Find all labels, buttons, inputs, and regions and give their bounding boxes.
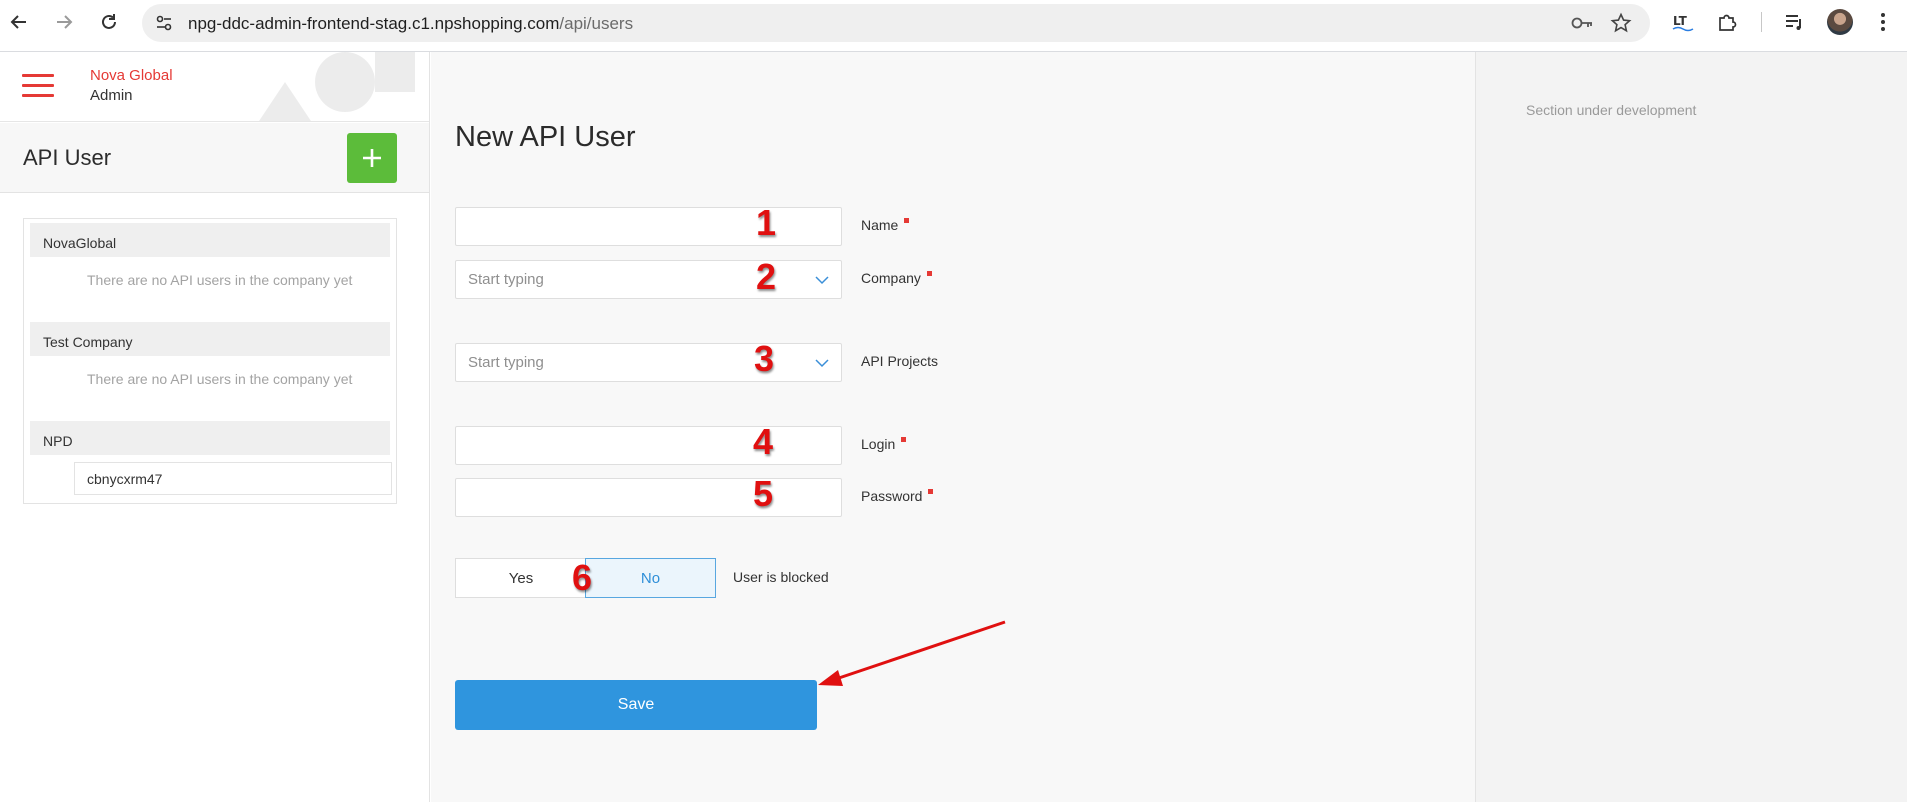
sidebar-title-bar: API User bbox=[0, 123, 429, 193]
brand-name: Nova Global bbox=[90, 67, 173, 84]
login-label: Login bbox=[861, 436, 907, 452]
annotation-number-2: 2 bbox=[756, 256, 777, 297]
empty-users-note: There are no API users in the company ye… bbox=[87, 272, 353, 288]
annotation-number-5: 5 bbox=[753, 473, 774, 514]
development-note: Section under development bbox=[1526, 102, 1697, 118]
address-bar[interactable]: npg-ddc-admin-frontend-stag.c1.npshoppin… bbox=[142, 4, 1650, 42]
page-title: New API User bbox=[455, 121, 636, 153]
main-content: New API User Name Company API Projects L… bbox=[431, 52, 1475, 802]
annotation-number-6: 6 bbox=[572, 557, 593, 598]
empty-users-note: There are no API users in the company ye… bbox=[87, 371, 353, 387]
reload-icon[interactable] bbox=[97, 10, 121, 34]
forward-icon[interactable] bbox=[52, 10, 76, 34]
extension-lt-icon[interactable]: LT bbox=[1670, 9, 1696, 35]
company-input[interactable] bbox=[456, 261, 841, 298]
plus-icon bbox=[363, 149, 381, 167]
company-group-test-company[interactable]: Test Company bbox=[30, 322, 390, 356]
name-input[interactable] bbox=[456, 208, 841, 245]
back-icon[interactable] bbox=[7, 10, 31, 34]
annotation-number-1: 1 bbox=[756, 202, 777, 243]
company-group-npd[interactable]: NPD bbox=[30, 421, 390, 455]
browser-menu-icon[interactable] bbox=[1870, 9, 1896, 35]
svg-text:LT: LT bbox=[1673, 14, 1688, 28]
name-field[interactable] bbox=[455, 207, 842, 246]
name-label: Name bbox=[861, 217, 910, 233]
required-marker bbox=[928, 489, 934, 494]
login-field[interactable] bbox=[455, 426, 842, 465]
api-user-item[interactable]: cbnycxrm47 bbox=[74, 462, 392, 495]
profile-avatar[interactable] bbox=[1827, 9, 1853, 35]
toolbar-separator bbox=[1761, 12, 1762, 32]
details-panel: Section under development bbox=[1475, 52, 1907, 802]
required-marker bbox=[926, 271, 932, 276]
password-label: Password bbox=[861, 488, 934, 504]
company-group-novaglobal[interactable]: NovaGlobal bbox=[30, 223, 390, 257]
url-text: npg-ddc-admin-frontend-stag.c1.npshoppin… bbox=[188, 14, 634, 33]
save-button[interactable]: Save bbox=[455, 680, 817, 730]
blocked-yes-option[interactable]: Yes bbox=[455, 558, 586, 598]
menu-icon[interactable] bbox=[22, 72, 54, 100]
password-input[interactable] bbox=[456, 479, 841, 516]
annotation-number-3: 3 bbox=[754, 338, 775, 379]
api-projects-input[interactable] bbox=[456, 344, 841, 381]
annotation-number-4: 4 bbox=[753, 421, 774, 462]
password-field[interactable] bbox=[455, 478, 842, 517]
company-select[interactable] bbox=[455, 260, 842, 299]
user-blocked-label: User is blocked bbox=[733, 569, 829, 585]
blocked-no-option[interactable]: No bbox=[585, 558, 716, 598]
required-marker bbox=[901, 437, 907, 442]
required-marker bbox=[904, 218, 910, 223]
login-input[interactable] bbox=[456, 427, 841, 464]
password-key-icon[interactable] bbox=[1570, 13, 1594, 38]
api-projects-select[interactable] bbox=[455, 343, 842, 382]
sidebar-title: API User bbox=[23, 145, 112, 170]
brand-subtitle: Admin bbox=[90, 87, 133, 104]
sidebar: Nova Global Admin API User NovaGlobal Th… bbox=[0, 52, 430, 802]
add-api-user-button[interactable] bbox=[347, 133, 397, 183]
company-label: Company bbox=[861, 270, 932, 286]
site-settings-icon[interactable] bbox=[154, 13, 174, 33]
extensions-puzzle-icon[interactable] bbox=[1714, 9, 1740, 35]
media-queue-icon[interactable] bbox=[1781, 9, 1807, 35]
api-projects-label: API Projects bbox=[861, 353, 939, 369]
bookmark-star-icon[interactable] bbox=[1610, 12, 1632, 39]
browser-toolbar: npg-ddc-admin-frontend-stag.c1.npshoppin… bbox=[0, 0, 1907, 52]
brand-watermark-icon bbox=[225, 52, 425, 121]
brand-logo-text: Nova Global Admin bbox=[90, 66, 173, 106]
app-header: Nova Global Admin bbox=[0, 52, 429, 122]
company-tree: NovaGlobal There are no API users in the… bbox=[23, 218, 397, 504]
